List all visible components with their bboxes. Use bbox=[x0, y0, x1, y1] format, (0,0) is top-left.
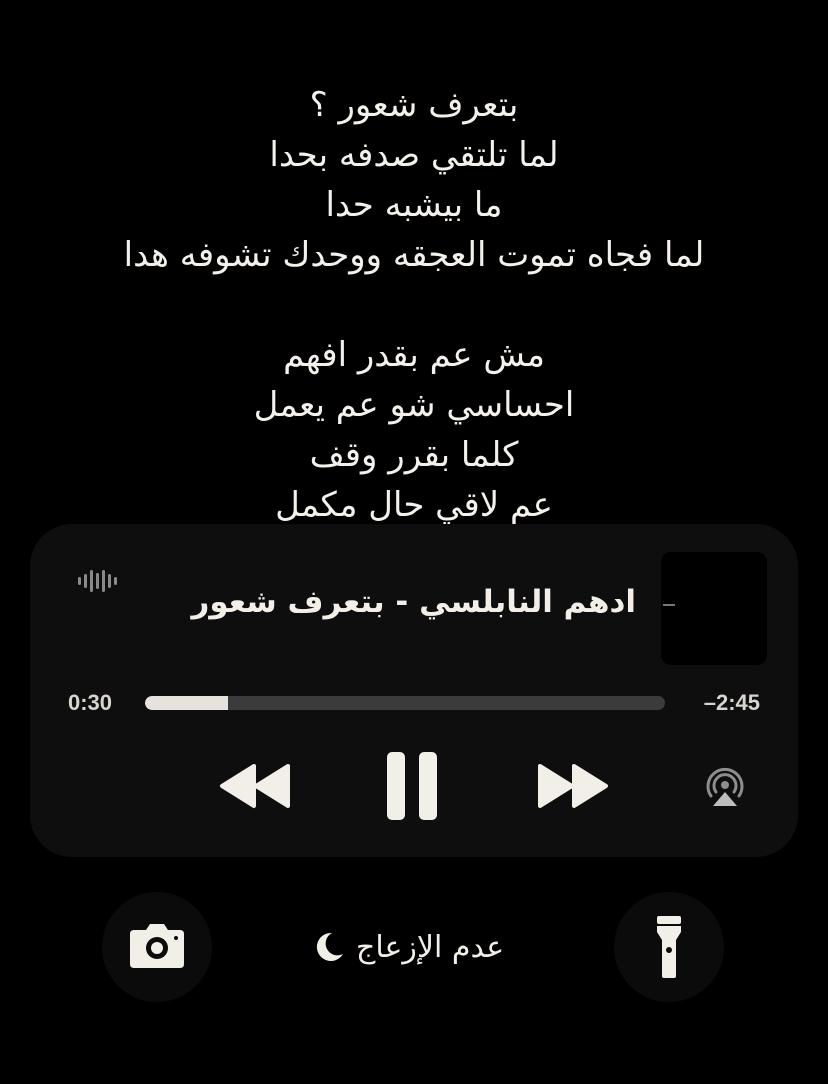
pause-icon bbox=[387, 752, 437, 820]
focus-do-not-disturb[interactable]: عدم الإزعاج bbox=[312, 922, 504, 972]
album-artwork[interactable] bbox=[661, 552, 767, 665]
pause-button[interactable] bbox=[385, 750, 441, 822]
airplay-audio-icon bbox=[706, 767, 744, 806]
track-title[interactable]: ادهم النابلسي - بتعرف شعور bbox=[192, 584, 637, 620]
stanza-gap bbox=[0, 280, 828, 330]
now-playing-widget[interactable]: ادهم النابلسي - بتعرف شعور 0:30 –2:45 bbox=[30, 524, 798, 857]
elapsed-time: 0:30 bbox=[68, 690, 113, 715]
focus-label: عدم الإزعاج bbox=[356, 929, 505, 965]
lyric-line[interactable]: كلما بقرر وقف bbox=[0, 430, 828, 480]
camera-button[interactable] bbox=[102, 892, 212, 1002]
moon-icon bbox=[316, 932, 343, 961]
lyric-line[interactable]: احساسي شو عم يعمل bbox=[0, 380, 828, 430]
waveform-icon bbox=[78, 568, 120, 594]
fast-forward-button[interactable] bbox=[534, 762, 610, 810]
lyric-line[interactable]: مش عم بقدر افهم bbox=[0, 330, 828, 380]
lyric-line[interactable]: ما بيشبه حدا bbox=[0, 180, 828, 230]
artwork-detail bbox=[663, 604, 675, 606]
playback-scrubber[interactable] bbox=[145, 696, 665, 710]
camera-icon bbox=[130, 924, 184, 968]
rewind-icon bbox=[220, 764, 290, 808]
remaining-time: –2:45 bbox=[703, 690, 760, 715]
lyric-line[interactable]: عم لاقي حال مكمل bbox=[0, 480, 828, 530]
lyric-line[interactable]: لما تلتقي صدفه بحدا bbox=[0, 130, 828, 180]
rewind-button[interactable] bbox=[218, 762, 294, 810]
progress-fill bbox=[145, 696, 229, 710]
lyric-line[interactable]: لما فجاه تموت العجقه ووحدك تشوفه هدا bbox=[0, 230, 828, 280]
lyrics-panel: بتعرف شعور ؟ لما تلتقي صدفه بحدا ما بيشب… bbox=[0, 80, 828, 530]
fast-forward-icon bbox=[538, 764, 608, 808]
flashlight-icon bbox=[657, 916, 681, 978]
flashlight-button[interactable] bbox=[614, 892, 724, 1002]
lyric-line[interactable]: بتعرف شعور ؟ bbox=[0, 80, 828, 130]
airplay-button[interactable] bbox=[702, 764, 748, 810]
